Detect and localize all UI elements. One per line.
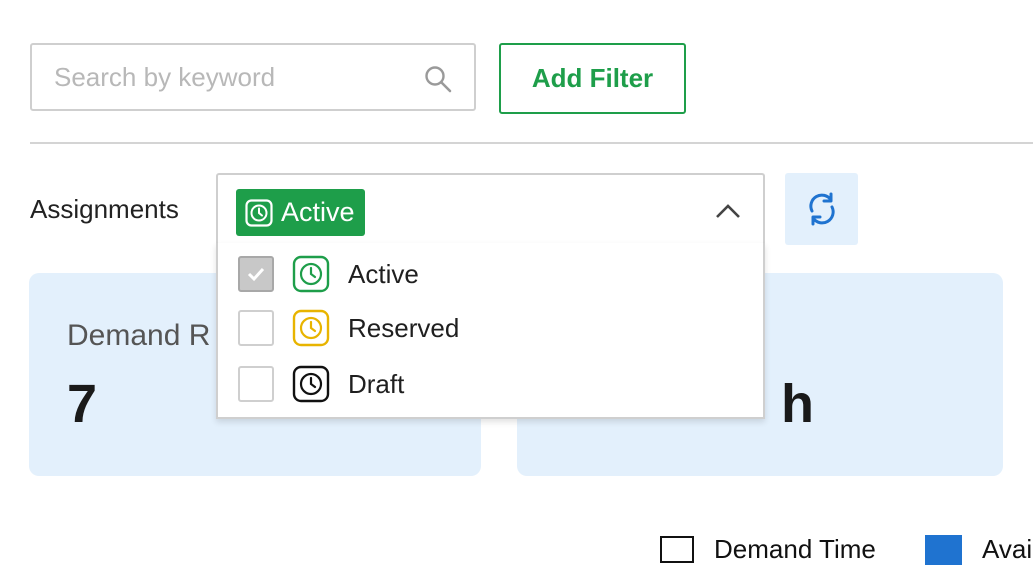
checkbox-active[interactable] xyxy=(238,256,274,292)
clock-icon xyxy=(292,255,330,293)
legend-item-demand-time: Demand Time xyxy=(660,534,876,565)
legend-item-available: Avai xyxy=(925,534,1032,565)
legend-swatch xyxy=(660,536,694,563)
clock-icon xyxy=(245,198,273,227)
selected-chip-label: Active xyxy=(281,197,355,227)
search-icon[interactable] xyxy=(424,65,452,93)
option-label: Reserved xyxy=(348,313,460,343)
add-filter-button[interactable]: Add Filter xyxy=(499,43,686,114)
option-reserved[interactable]: Reserved xyxy=(218,301,763,355)
card-value: 7 xyxy=(67,374,98,434)
option-label: Draft xyxy=(348,369,405,399)
legend-label: Avai xyxy=(982,534,1033,564)
assignments-label: Assignments xyxy=(30,194,179,224)
assignments-select[interactable]: Active xyxy=(216,173,765,245)
legend-swatch xyxy=(925,534,962,565)
check-icon xyxy=(247,267,265,282)
card-value: h xyxy=(781,374,814,434)
option-label: Active xyxy=(348,259,419,289)
search-input[interactable] xyxy=(52,60,416,94)
option-draft[interactable]: Draft xyxy=(218,357,763,411)
option-active[interactable]: Active xyxy=(218,247,763,301)
selected-chip-active[interactable]: Active xyxy=(236,189,365,236)
chevron-up-icon[interactable] xyxy=(715,203,741,219)
refresh-icon xyxy=(808,192,835,226)
divider xyxy=(30,142,1033,144)
assignments-dropdown: Active Reserved Draft xyxy=(216,243,765,419)
checkbox-reserved[interactable] xyxy=(238,310,274,346)
search-box[interactable] xyxy=(30,43,476,111)
card-label: Demand R xyxy=(67,319,211,352)
clock-icon xyxy=(292,309,330,347)
assignments-page: Add Filter Demand R 7 h Assignments Acti… xyxy=(0,0,1033,583)
legend-label: Demand Time xyxy=(714,534,876,564)
refresh-button[interactable] xyxy=(785,173,858,245)
clock-icon xyxy=(292,365,330,403)
checkbox-draft[interactable] xyxy=(238,366,274,402)
